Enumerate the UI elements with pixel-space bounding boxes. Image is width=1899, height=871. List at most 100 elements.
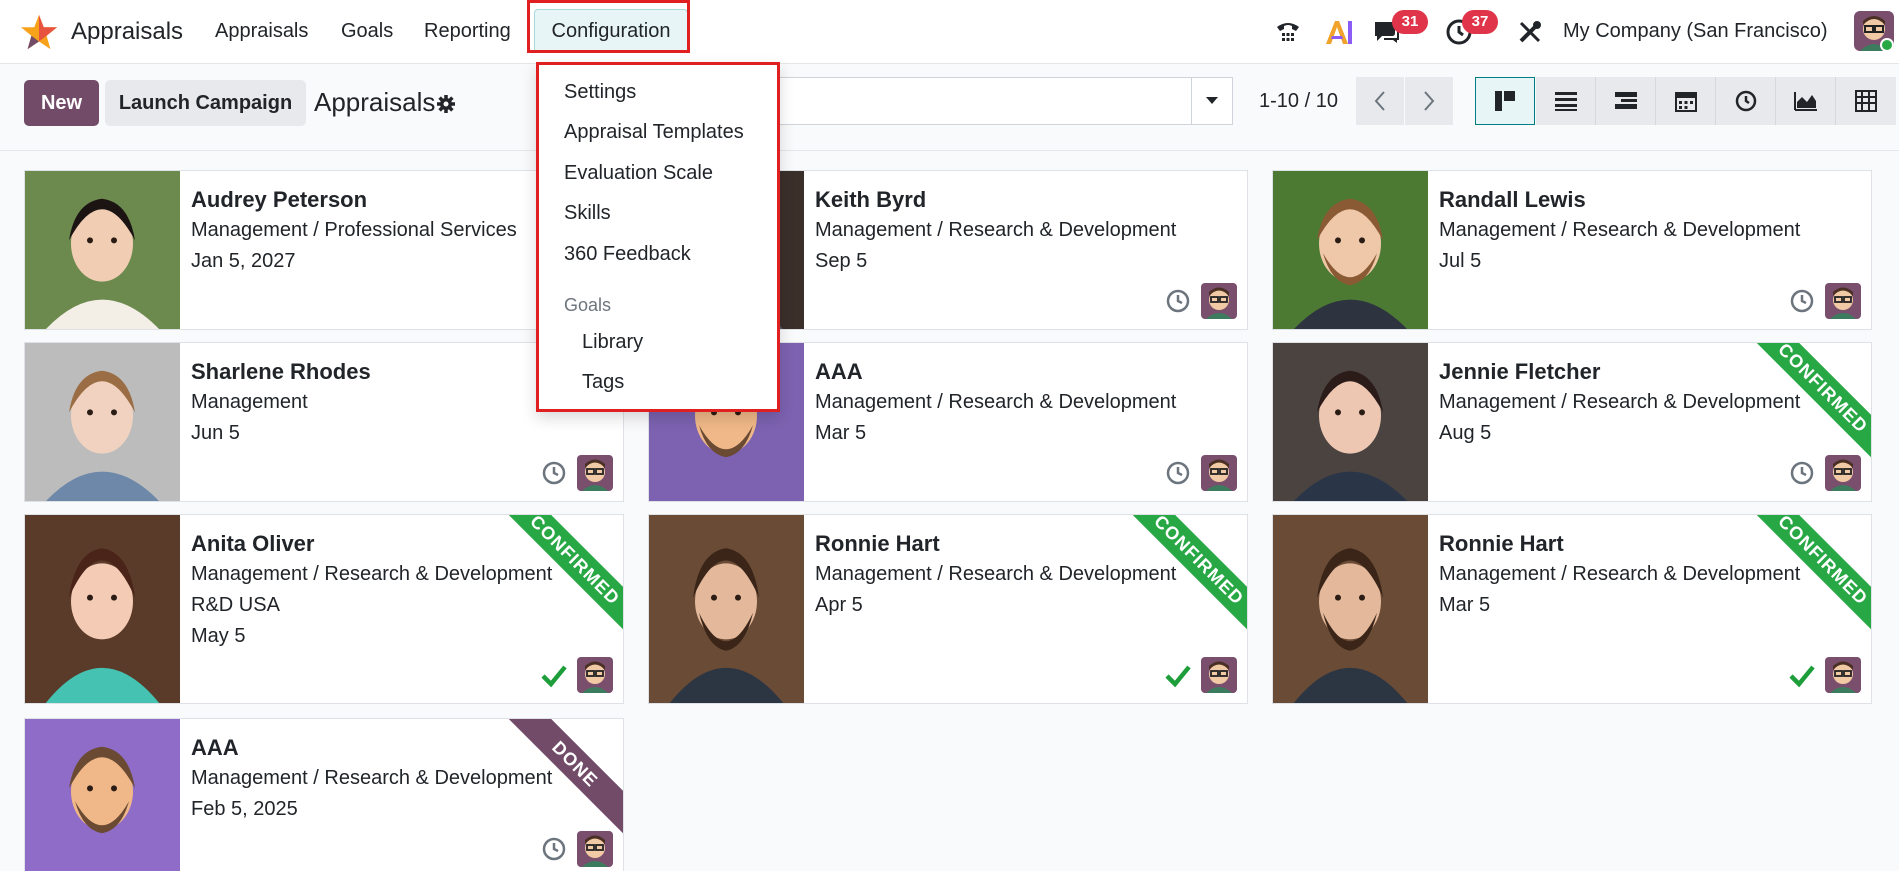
employee-name: Anita Oliver: [191, 531, 315, 556]
check-icon[interactable]: [1789, 662, 1815, 688]
employee-name: AAA: [191, 735, 239, 760]
card-detail-line: Management / Research & Development: [1439, 391, 1801, 413]
dropdown-item-appraisal-templates[interactable]: Appraisal Templates: [564, 121, 744, 144]
card-detail-line: Management / Research & Development: [1439, 563, 1801, 585]
appraisal-card[interactable]: Randall Lewis Management / Research & Dev…: [1272, 170, 1872, 330]
menu-appraisals[interactable]: Appraisals: [215, 20, 308, 43]
card-detail-line: Management / Professional Services: [191, 219, 517, 241]
card-detail-line: Jan 5, 2027: [191, 250, 296, 272]
online-status-dot: [1880, 38, 1894, 52]
search-options-toggle[interactable]: [1191, 77, 1233, 125]
app-logo-icon[interactable]: [20, 13, 58, 51]
assignee-avatar[interactable]: [577, 657, 613, 693]
employee-photo-image: [1273, 515, 1428, 703]
launch-campaign-button[interactable]: Launch Campaign: [105, 80, 306, 126]
menu-configuration[interactable]: Configuration: [534, 9, 688, 53]
pager-next-button[interactable]: [1405, 77, 1453, 125]
company-switcher[interactable]: My Company (San Francisco): [1563, 20, 1828, 43]
activity-view-clock-icon: [1735, 90, 1756, 112]
kanban-icon: [1495, 91, 1515, 111]
employee-photo: [1273, 515, 1428, 703]
caret-down-icon: [1206, 97, 1218, 104]
view-grouped-list-button[interactable]: [1596, 77, 1656, 125]
assignee-avatar[interactable]: [1825, 455, 1861, 491]
menu-goals[interactable]: Goals: [341, 20, 393, 43]
employee-photo-image: [1273, 171, 1428, 329]
view-activity-button[interactable]: [1716, 77, 1776, 125]
tools-icon[interactable]: [1514, 16, 1546, 48]
assignee-avatar[interactable]: [1201, 455, 1237, 491]
employee-photo: [25, 719, 180, 871]
new-button[interactable]: New: [24, 80, 99, 126]
appraisal-card[interactable]: Jennie Fletcher Management / Research & D…: [1272, 342, 1872, 502]
activity-clock-icon[interactable]: [541, 460, 567, 486]
dropdown-item-skills[interactable]: Skills: [564, 202, 611, 225]
view-kanban-button[interactable]: [1475, 77, 1535, 125]
ai-icon[interactable]: [1323, 16, 1355, 48]
phone-icon[interactable]: [1272, 16, 1304, 48]
assignee-avatar[interactable]: [1825, 657, 1861, 693]
assignee-avatar[interactable]: [577, 455, 613, 491]
list-icon: [1554, 92, 1577, 111]
assignee-avatar[interactable]: [1825, 283, 1861, 319]
grouped-list-icon: [1614, 92, 1637, 109]
card-detail-line: Sep 5: [815, 250, 868, 272]
view-pivot-button[interactable]: [1836, 77, 1896, 125]
card-detail-line: Mar 5: [1439, 594, 1491, 616]
menu-reporting[interactable]: Reporting: [424, 20, 511, 43]
area-chart-icon: [1793, 92, 1817, 111]
employee-name: Randall Lewis: [1439, 187, 1586, 212]
appraisal-card[interactable]: Anita Oliver Management / Research & Deve…: [24, 514, 624, 704]
card-detail-line: Jul 5: [1439, 250, 1482, 272]
activity-clock-icon[interactable]: [1789, 460, 1815, 486]
activity-clock-icon[interactable]: [541, 836, 567, 862]
appraisal-card[interactable]: AAA Management / Research & Development Fe…: [24, 718, 624, 871]
employee-name: Ronnie Hart: [1439, 531, 1564, 556]
appraisal-card[interactable]: Audrey Peterson Management / Professional…: [24, 170, 624, 330]
dropdown-item-evaluation-scale[interactable]: Evaluation Scale: [564, 162, 713, 185]
activity-clock-icon[interactable]: [1165, 288, 1191, 314]
employee-photo: [649, 515, 804, 703]
view-list-button[interactable]: [1536, 77, 1596, 125]
pager-value[interactable]: 1-10 / 10: [1259, 90, 1338, 113]
pager-previous-button[interactable]: [1356, 77, 1404, 125]
assignee-avatar[interactable]: [1201, 657, 1237, 693]
employee-photo-image: [25, 343, 180, 501]
chevron-right-icon: [1424, 91, 1435, 111]
control-panel-divider: [0, 150, 1899, 151]
top-navbar: Appraisals Appraisals Goals Reporting Co…: [0, 0, 1899, 64]
check-icon[interactable]: [541, 662, 567, 688]
activities-badge: 37: [1462, 10, 1498, 34]
app-name[interactable]: Appraisals: [71, 18, 183, 46]
assignee-avatar[interactable]: [577, 831, 613, 867]
employee-photo-image: [25, 719, 180, 871]
search-input[interactable]: [775, 77, 1191, 125]
employee-photo: [1273, 343, 1428, 501]
employee-name: AAA: [815, 359, 863, 384]
gear-icon[interactable]: [436, 94, 456, 114]
dropdown-item-settings[interactable]: Settings: [564, 81, 636, 104]
card-detail-line: Jun 5: [191, 422, 240, 444]
card-detail-line: Apr 5: [815, 594, 863, 616]
activity-clock-icon[interactable]: [1165, 460, 1191, 486]
dropdown-item-library[interactable]: Library: [582, 331, 643, 354]
check-icon[interactable]: [1165, 662, 1191, 688]
card-detail-line: Mar 5: [815, 422, 867, 444]
appraisal-card[interactable]: Ronnie Hart Management / Research & Devel…: [648, 514, 1248, 704]
dropdown-item-360-feedback[interactable]: 360 Feedback: [564, 243, 691, 266]
appraisal-card[interactable]: Sharlene Rhodes Management Jun 5: [24, 342, 624, 502]
view-calendar-button[interactable]: [1656, 77, 1716, 125]
card-detail-line: Management / Research & Development: [191, 563, 553, 585]
employee-name: Keith Byrd: [815, 187, 927, 212]
pivot-table-icon: [1855, 90, 1877, 112]
dropdown-section-goals: Goals: [564, 295, 612, 315]
activity-clock-icon[interactable]: [1789, 288, 1815, 314]
appraisal-card[interactable]: Ronnie Hart Management / Research & Devel…: [1272, 514, 1872, 704]
dropdown-item-tags[interactable]: Tags: [582, 371, 624, 394]
employee-photo: [25, 515, 180, 703]
employee-photo-image: [649, 515, 804, 703]
page-title: Appraisals: [314, 87, 436, 117]
assignee-avatar[interactable]: [1201, 283, 1237, 319]
view-graph-button[interactable]: [1776, 77, 1836, 125]
card-detail-line: Management / Research & Development: [815, 391, 1177, 413]
